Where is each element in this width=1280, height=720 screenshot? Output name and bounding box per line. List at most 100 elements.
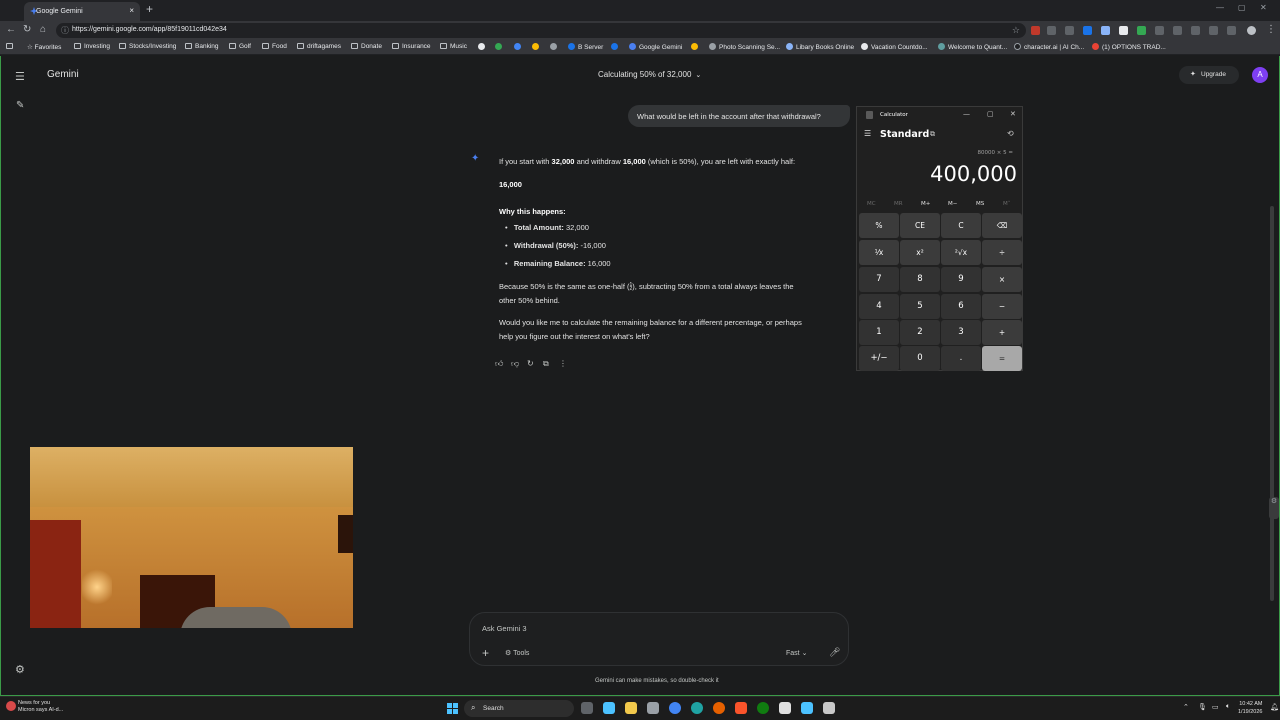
clear-entry-button[interactable]: CE bbox=[900, 213, 940, 238]
extension-icon[interactable] bbox=[1137, 26, 1146, 35]
tab-google-gemini[interactable]: Google Gemini × bbox=[24, 2, 140, 21]
taskbar-app-icon[interactable] bbox=[801, 702, 813, 714]
thumbs-down-icon[interactable]: 👎︎ bbox=[511, 359, 519, 369]
close-tab-icon[interactable]: × bbox=[129, 6, 134, 15]
browser-menu-icon[interactable]: ⋮ bbox=[1266, 24, 1276, 35]
chrome-icon[interactable] bbox=[669, 702, 681, 714]
bookmark-quant[interactable]: Welcome to Quant... bbox=[938, 43, 1007, 51]
minimize-icon[interactable]: — bbox=[963, 110, 970, 118]
bookmark-folder[interactable]: Stocks/Investing bbox=[119, 43, 176, 50]
taskbar-app-icon[interactable] bbox=[603, 702, 615, 714]
bookmark-icon-only[interactable] bbox=[611, 43, 621, 51]
extension-icon[interactable] bbox=[1227, 26, 1236, 35]
store-icon[interactable] bbox=[779, 702, 791, 714]
regenerate-icon[interactable]: ↻ bbox=[527, 359, 534, 368]
news-widget-icon[interactable] bbox=[6, 701, 16, 711]
start-button[interactable] bbox=[447, 703, 458, 714]
user-avatar[interactable]: A bbox=[1252, 67, 1268, 83]
extension-icon[interactable] bbox=[1047, 26, 1056, 35]
task-view-icon[interactable] bbox=[581, 702, 593, 714]
digit-5-button[interactable]: 5 bbox=[900, 294, 940, 319]
brave-icon[interactable] bbox=[735, 702, 747, 714]
thumbs-up-icon[interactable]: 👍︎ bbox=[495, 359, 503, 369]
decimal-button[interactable]: . bbox=[941, 346, 981, 371]
news-widget[interactable]: News for you Micron says AI-d... bbox=[18, 700, 63, 714]
bookmark-folder[interactable]: Music bbox=[440, 43, 467, 50]
volume-icon[interactable]: 🔈︎ bbox=[1226, 703, 1230, 711]
system-clock[interactable]: 10:42 AM 1/19/2026 bbox=[1238, 700, 1262, 716]
memory-store-button[interactable]: MS bbox=[976, 201, 984, 207]
digit-3-button[interactable]: 3 bbox=[941, 320, 981, 345]
bookmark-folder[interactable]: Food bbox=[262, 43, 287, 50]
divide-button[interactable]: ÷ bbox=[982, 240, 1022, 265]
network-icon[interactable]: ▭ bbox=[1212, 703, 1219, 711]
downloads-icon[interactable] bbox=[1209, 26, 1218, 35]
bookmark-library-books[interactable]: Libary Books Online bbox=[786, 43, 854, 51]
add-button[interactable]: + bbox=[982, 320, 1022, 345]
side-panel-icon[interactable]: ⚙ bbox=[1269, 497, 1279, 519]
memory-add-button[interactable]: M+ bbox=[921, 201, 930, 207]
close-window-icon[interactable]: ✕ bbox=[1010, 110, 1016, 118]
main-menu-icon[interactable]: ☰ bbox=[15, 70, 25, 83]
new-chat-icon[interactable]: ✎ bbox=[16, 100, 24, 111]
new-tab-icon[interactable]: + bbox=[146, 2, 153, 16]
square-root-button[interactable]: ²√x bbox=[941, 240, 981, 265]
taskbar-search[interactable]: ⌕ Search bbox=[464, 700, 574, 717]
memory-clear-button[interactable]: MC bbox=[867, 201, 876, 207]
minimize-icon[interactable]: — bbox=[1216, 3, 1224, 12]
bookmark-icon-only[interactable] bbox=[550, 43, 560, 51]
bookmark-folder[interactable]: driftagames bbox=[297, 43, 341, 50]
digit-0-button[interactable]: 0 bbox=[900, 346, 940, 371]
bookmark-icon-only[interactable] bbox=[495, 43, 505, 51]
bookmark-star-icon[interactable]: ☆ bbox=[1012, 25, 1020, 36]
profile-sync-icon[interactable] bbox=[1191, 26, 1200, 35]
subtract-button[interactable]: − bbox=[982, 294, 1022, 319]
model-mode-selector[interactable]: Fast ⌄ bbox=[786, 649, 807, 657]
digit-8-button[interactable]: 8 bbox=[900, 267, 940, 292]
bookmark-character-ai[interactable]: character.ai | AI Ch... bbox=[1014, 43, 1084, 51]
calculator-taskbar-icon[interactable] bbox=[647, 702, 659, 714]
digit-6-button[interactable]: 6 bbox=[941, 294, 981, 319]
extension-icon[interactable] bbox=[1031, 26, 1040, 35]
bookmark-vacation-countdown[interactable]: Vacation Countdo... bbox=[861, 43, 928, 51]
extension-icon[interactable] bbox=[1155, 26, 1164, 35]
history-icon[interactable]: ⟲ bbox=[1007, 129, 1014, 138]
taskbar-app-icon[interactable] bbox=[823, 702, 835, 714]
reload-icon[interactable]: ↻ bbox=[23, 24, 31, 35]
browser-profile-avatar[interactable] bbox=[1247, 26, 1256, 35]
microphone-tray-icon[interactable]: 🎙︎ bbox=[1198, 703, 1207, 711]
maximize-icon[interactable]: ▢ bbox=[987, 110, 994, 118]
bookmark-icon-only[interactable] bbox=[691, 43, 701, 51]
bookmark-folder[interactable]: Banking bbox=[185, 43, 219, 50]
extension-icon[interactable] bbox=[1083, 26, 1092, 35]
multiply-button[interactable]: × bbox=[982, 267, 1022, 292]
site-info-icon[interactable]: ⓘ bbox=[61, 25, 69, 36]
copy-icon[interactable]: ⧉ bbox=[543, 359, 549, 369]
prompt-input[interactable]: Ask Gemini 3 + ⚙ Tools Fast ⌄ 🎤︎ bbox=[469, 612, 849, 666]
bookmark-folder[interactable]: Insurance bbox=[392, 43, 431, 50]
add-attachment-icon[interactable]: + bbox=[482, 646, 489, 660]
keep-on-top-icon[interactable]: ⧉ bbox=[930, 130, 935, 139]
digit-1-button[interactable]: 1 bbox=[859, 320, 899, 345]
edge-icon[interactable] bbox=[691, 702, 703, 714]
bookmarks-toggle-icon[interactable] bbox=[6, 43, 16, 50]
digit-4-button[interactable]: 4 bbox=[859, 294, 899, 319]
tools-button[interactable]: ⚙ Tools bbox=[505, 649, 529, 657]
digit-9-button[interactable]: 9 bbox=[941, 267, 981, 292]
address-bar[interactable]: ⓘ https://gemini.google.com/app/85f19011… bbox=[56, 23, 1026, 38]
bookmark-folder[interactable]: Investing bbox=[74, 43, 110, 50]
conversation-title[interactable]: Calculating 50% of 32,000 ⌄ bbox=[598, 70, 701, 79]
clear-button[interactable]: C bbox=[941, 213, 981, 238]
app-brand[interactable]: Gemini bbox=[47, 69, 79, 80]
equals-button[interactable]: = bbox=[982, 346, 1022, 371]
bookmark-photo-scanning[interactable]: Photo Scanning Se... bbox=[709, 43, 780, 51]
file-explorer-icon[interactable] bbox=[625, 702, 637, 714]
tray-overflow-icon[interactable]: ⌃ bbox=[1183, 703, 1189, 711]
upgrade-button[interactable]: ✦ Upgrade bbox=[1179, 66, 1239, 84]
bookmark-icon-only[interactable] bbox=[478, 43, 488, 51]
puzzle-icon[interactable] bbox=[1173, 26, 1182, 35]
extension-icon[interactable] bbox=[1101, 26, 1110, 35]
bookmark-folder[interactable]: Donate bbox=[351, 43, 382, 50]
digit-2-button[interactable]: 2 bbox=[900, 320, 940, 345]
home-icon[interactable]: ⌂ bbox=[40, 24, 46, 35]
